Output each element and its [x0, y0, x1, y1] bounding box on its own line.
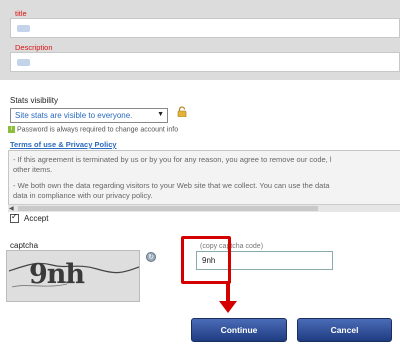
- refresh-captcha-icon[interactable]: ↻: [146, 252, 156, 262]
- scroll-left-icon[interactable]: ◀: [9, 205, 14, 212]
- title-field[interactable]: [10, 18, 400, 38]
- accept-checkbox[interactable]: [10, 212, 19, 224]
- title-label: title: [15, 9, 27, 18]
- accept-label: Accept: [24, 214, 49, 223]
- accept-row[interactable]: Accept: [10, 212, 49, 224]
- captcha-image: 9nh: [6, 250, 140, 302]
- terms-horizontal-scrollbar[interactable]: ◀: [8, 204, 400, 212]
- scrollbar-thumb[interactable]: [18, 206, 318, 211]
- dropdown-arrow-icon: ▼: [157, 111, 164, 118]
- terms-text-box[interactable]: - If this agreement is terminated by us …: [8, 150, 400, 212]
- password-info-text: Password is always required to change ac…: [17, 126, 179, 134]
- description-value-redacted: [17, 59, 30, 66]
- terms-line: other items.: [13, 165, 53, 174]
- password-info: i Password is always required to change a…: [8, 126, 178, 133]
- info-icon: i: [8, 126, 15, 133]
- cancel-button[interactable]: Cancel: [297, 318, 392, 342]
- terms-line: data in compliance with our privacy poli…: [13, 191, 153, 200]
- terms-line: - If this agreement is terminated by us …: [13, 155, 332, 164]
- title-value-redacted: [17, 25, 30, 32]
- description-field[interactable]: [10, 52, 400, 72]
- annotation-arrow-head: [219, 301, 237, 313]
- annotation-highlight-box: [181, 236, 231, 284]
- stats-visibility-select[interactable]: Site stats are visible to everyone. ▼: [10, 108, 168, 123]
- description-label: Description: [15, 43, 53, 52]
- captcha-image-text: 9nh: [29, 259, 85, 290]
- terms-privacy-link[interactable]: Terms of use & Privacy Policy: [10, 140, 117, 149]
- captcha-label: captcha: [10, 241, 39, 250]
- terms-line: - We both own the data regarding visitor…: [13, 181, 330, 190]
- stats-visibility-label: Stats visibility: [10, 96, 59, 105]
- lock-icon: [177, 106, 187, 119]
- stats-visibility-value: Site stats are visible to everyone.: [15, 111, 133, 120]
- form-top-panel: title Description: [0, 0, 400, 80]
- continue-button[interactable]: Continue: [191, 318, 287, 342]
